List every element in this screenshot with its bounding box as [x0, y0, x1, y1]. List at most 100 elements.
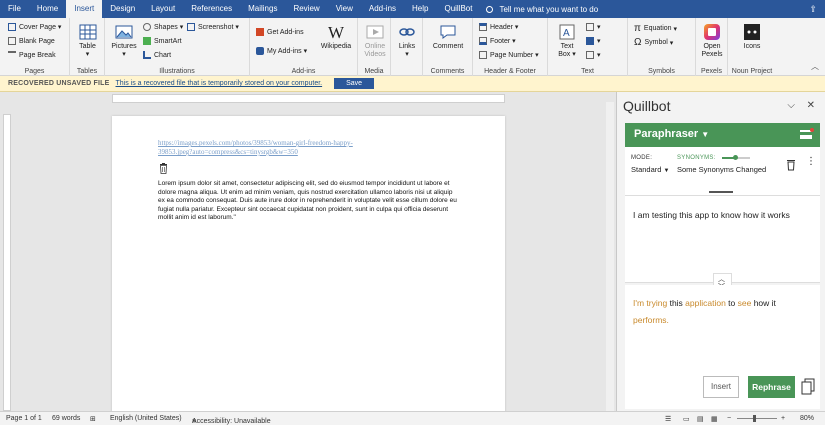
- more-options-icon[interactable]: ⋮: [806, 157, 816, 167]
- open-pexels-button[interactable]: Open Pexels: [699, 23, 725, 59]
- paraphraser-dropdown[interactable]: Paraphraser ▼: [634, 128, 709, 140]
- share-icon[interactable]: ⇪: [809, 4, 817, 15]
- text-box-button[interactable]: A Text Box ▾: [552, 23, 582, 59]
- zoom-slider[interactable]: [737, 418, 777, 419]
- changed-phrase[interactable]: application: [685, 298, 726, 308]
- print-layout-icon[interactable]: ▤: [697, 415, 704, 423]
- save-button[interactable]: Save: [334, 78, 375, 89]
- language[interactable]: English (United States): [110, 415, 182, 422]
- changed-phrase[interactable]: I'm trying: [633, 298, 667, 308]
- unchanged-phrase: to: [725, 298, 738, 308]
- pictures-button[interactable]: Pictures ▾: [109, 23, 139, 59]
- options-panel: MODE: SYNONYMS: Standard ▼ Some Synonyms…: [625, 147, 820, 195]
- tab-home[interactable]: Home: [29, 0, 66, 18]
- group-label-header-footer: Header & Footer: [484, 68, 536, 75]
- table-button[interactable]: Table ▾: [75, 23, 100, 59]
- page-break-icon: [8, 51, 16, 59]
- delete-icon[interactable]: [786, 159, 796, 171]
- group-label-symbols: Symbols: [648, 68, 675, 75]
- link-icon: [399, 28, 415, 36]
- ribbon: Cover Page ▾ Blank Page Page Break Pages…: [0, 18, 825, 76]
- tab-layout[interactable]: Layout: [143, 0, 183, 18]
- pane-options-icon[interactable]: ⌵: [787, 100, 795, 111]
- tab-review[interactable]: Review: [285, 0, 327, 18]
- document-paragraph[interactable]: Lorem ipsum dolor sit amet, consectetur …: [158, 180, 458, 223]
- zoom-in-icon[interactable]: +: [781, 415, 785, 422]
- chevron-down-icon: ▼: [701, 130, 710, 139]
- group-label-illustrations: Illustrations: [159, 68, 195, 75]
- smartart-button[interactable]: SmartArt: [143, 37, 182, 45]
- synonyms-label: SYNONYMS:: [677, 155, 716, 161]
- tab-design[interactable]: Design: [102, 0, 143, 18]
- page-break-button[interactable]: Page Break: [8, 51, 56, 59]
- tab-insert[interactable]: Insert: [66, 0, 103, 18]
- pexels-icon: [704, 24, 720, 40]
- cover-page-icon: [8, 23, 16, 31]
- zoom-level[interactable]: 80%: [800, 415, 814, 422]
- tab-file[interactable]: File: [0, 0, 29, 18]
- online-videos-button[interactable]: Online Videos: [361, 23, 389, 59]
- header-icon: [479, 23, 487, 31]
- footer-button[interactable]: Footer ▾: [479, 37, 516, 45]
- wikipedia-icon: W: [327, 23, 345, 42]
- changed-phrase[interactable]: see: [738, 298, 752, 308]
- message-bar-text: This is a recovered file that is tempora…: [115, 80, 323, 87]
- screenshot-icon: [187, 23, 195, 31]
- ribbon-tab-bar: File Home Insert Design Layout References Mail…: [0, 0, 825, 18]
- my-addins-button[interactable]: My Add-ins ▾: [256, 47, 307, 55]
- icons-button[interactable]: Icons: [737, 23, 767, 51]
- tab-add-ins[interactable]: Add-ins: [361, 0, 404, 18]
- cover-page-button[interactable]: Cover Page ▾: [8, 23, 61, 31]
- input-text[interactable]: I am testing this app to know how it wor…: [633, 210, 790, 220]
- page-number-button[interactable]: Page Number ▾: [479, 51, 539, 59]
- quick-parts-button[interactable]: ▾: [586, 23, 601, 31]
- tab-mailings[interactable]: Mailings: [240, 0, 285, 18]
- header-button[interactable]: Header ▾: [479, 23, 518, 31]
- text-box-icon: A: [559, 24, 575, 40]
- group-label-media: Media: [364, 68, 384, 75]
- tell-me-search[interactable]: Tell me what you want to do: [486, 5, 598, 14]
- tab-help[interactable]: Help: [404, 0, 436, 18]
- drop-cap-button[interactable]: ▾: [586, 51, 601, 59]
- insert-button[interactable]: Insert: [703, 376, 739, 398]
- equation-button[interactable]: π Equation ▾: [634, 23, 677, 34]
- chart-button[interactable]: Chart: [143, 51, 171, 59]
- synonyms-slider[interactable]: [722, 155, 750, 160]
- focus-icon[interactable]: ☰: [665, 415, 671, 423]
- copy-icon[interactable]: [801, 378, 815, 396]
- wordart-button[interactable]: ▾: [586, 37, 601, 45]
- web-layout-icon[interactable]: ▦: [711, 415, 718, 423]
- collapse-ribbon-icon[interactable]: ︿: [811, 61, 819, 72]
- document-page[interactable]: https://images.pexels.com/photos/39853/w…: [112, 116, 505, 411]
- blank-page-button[interactable]: Blank Page: [8, 37, 55, 45]
- shapes-button[interactable]: Shapes ▾: [143, 23, 183, 31]
- document-scrollbar[interactable]: [606, 102, 614, 411]
- group-header-footer: Header ▾ Footer ▾ Page Number ▾ Header &…: [473, 18, 548, 76]
- page-count[interactable]: Page 1 of 1: [6, 415, 42, 422]
- status-bar: Page 1 of 1 69 words ⊞ English (United S…: [0, 411, 825, 425]
- close-icon[interactable]: ✕: [807, 100, 815, 111]
- wordart-icon: [586, 37, 594, 45]
- zoom-out-icon[interactable]: −: [727, 415, 731, 422]
- screenshot-button[interactable]: Screenshot ▾: [187, 23, 239, 31]
- tab-references[interactable]: References: [183, 0, 240, 18]
- wikipedia-button[interactable]: W Wikipedia: [318, 23, 354, 51]
- zoom-thumb[interactable]: [753, 415, 756, 422]
- comment-button[interactable]: Comment: [428, 23, 468, 51]
- read-mode-icon[interactable]: ▭: [683, 415, 690, 423]
- links-button[interactable]: Links ▾: [394, 23, 420, 59]
- document-hyperlink[interactable]: https://images.pexels.com/photos/39853/w…: [158, 139, 388, 157]
- trash-icon[interactable]: [159, 163, 168, 174]
- get-addins-button[interactable]: Get Add-ins: [256, 28, 304, 36]
- input-box[interactable]: I am testing this app to know how it wor…: [625, 195, 820, 283]
- word-count[interactable]: 69 words: [52, 415, 80, 422]
- rephrase-button[interactable]: Rephrase: [748, 376, 795, 398]
- tab-quillbot[interactable]: QuillBot: [436, 0, 480, 18]
- proofing-icon[interactable]: ⊞: [90, 415, 96, 423]
- pi-icon: π: [634, 23, 641, 34]
- changed-phrase[interactable]: performs.: [633, 315, 669, 325]
- output-text[interactable]: I'm trying this application to see how i…: [633, 295, 813, 329]
- tab-view[interactable]: View: [328, 0, 361, 18]
- symbol-button[interactable]: Ω Symbol ▾: [634, 37, 673, 48]
- mode-select[interactable]: Standard ▼: [631, 165, 670, 174]
